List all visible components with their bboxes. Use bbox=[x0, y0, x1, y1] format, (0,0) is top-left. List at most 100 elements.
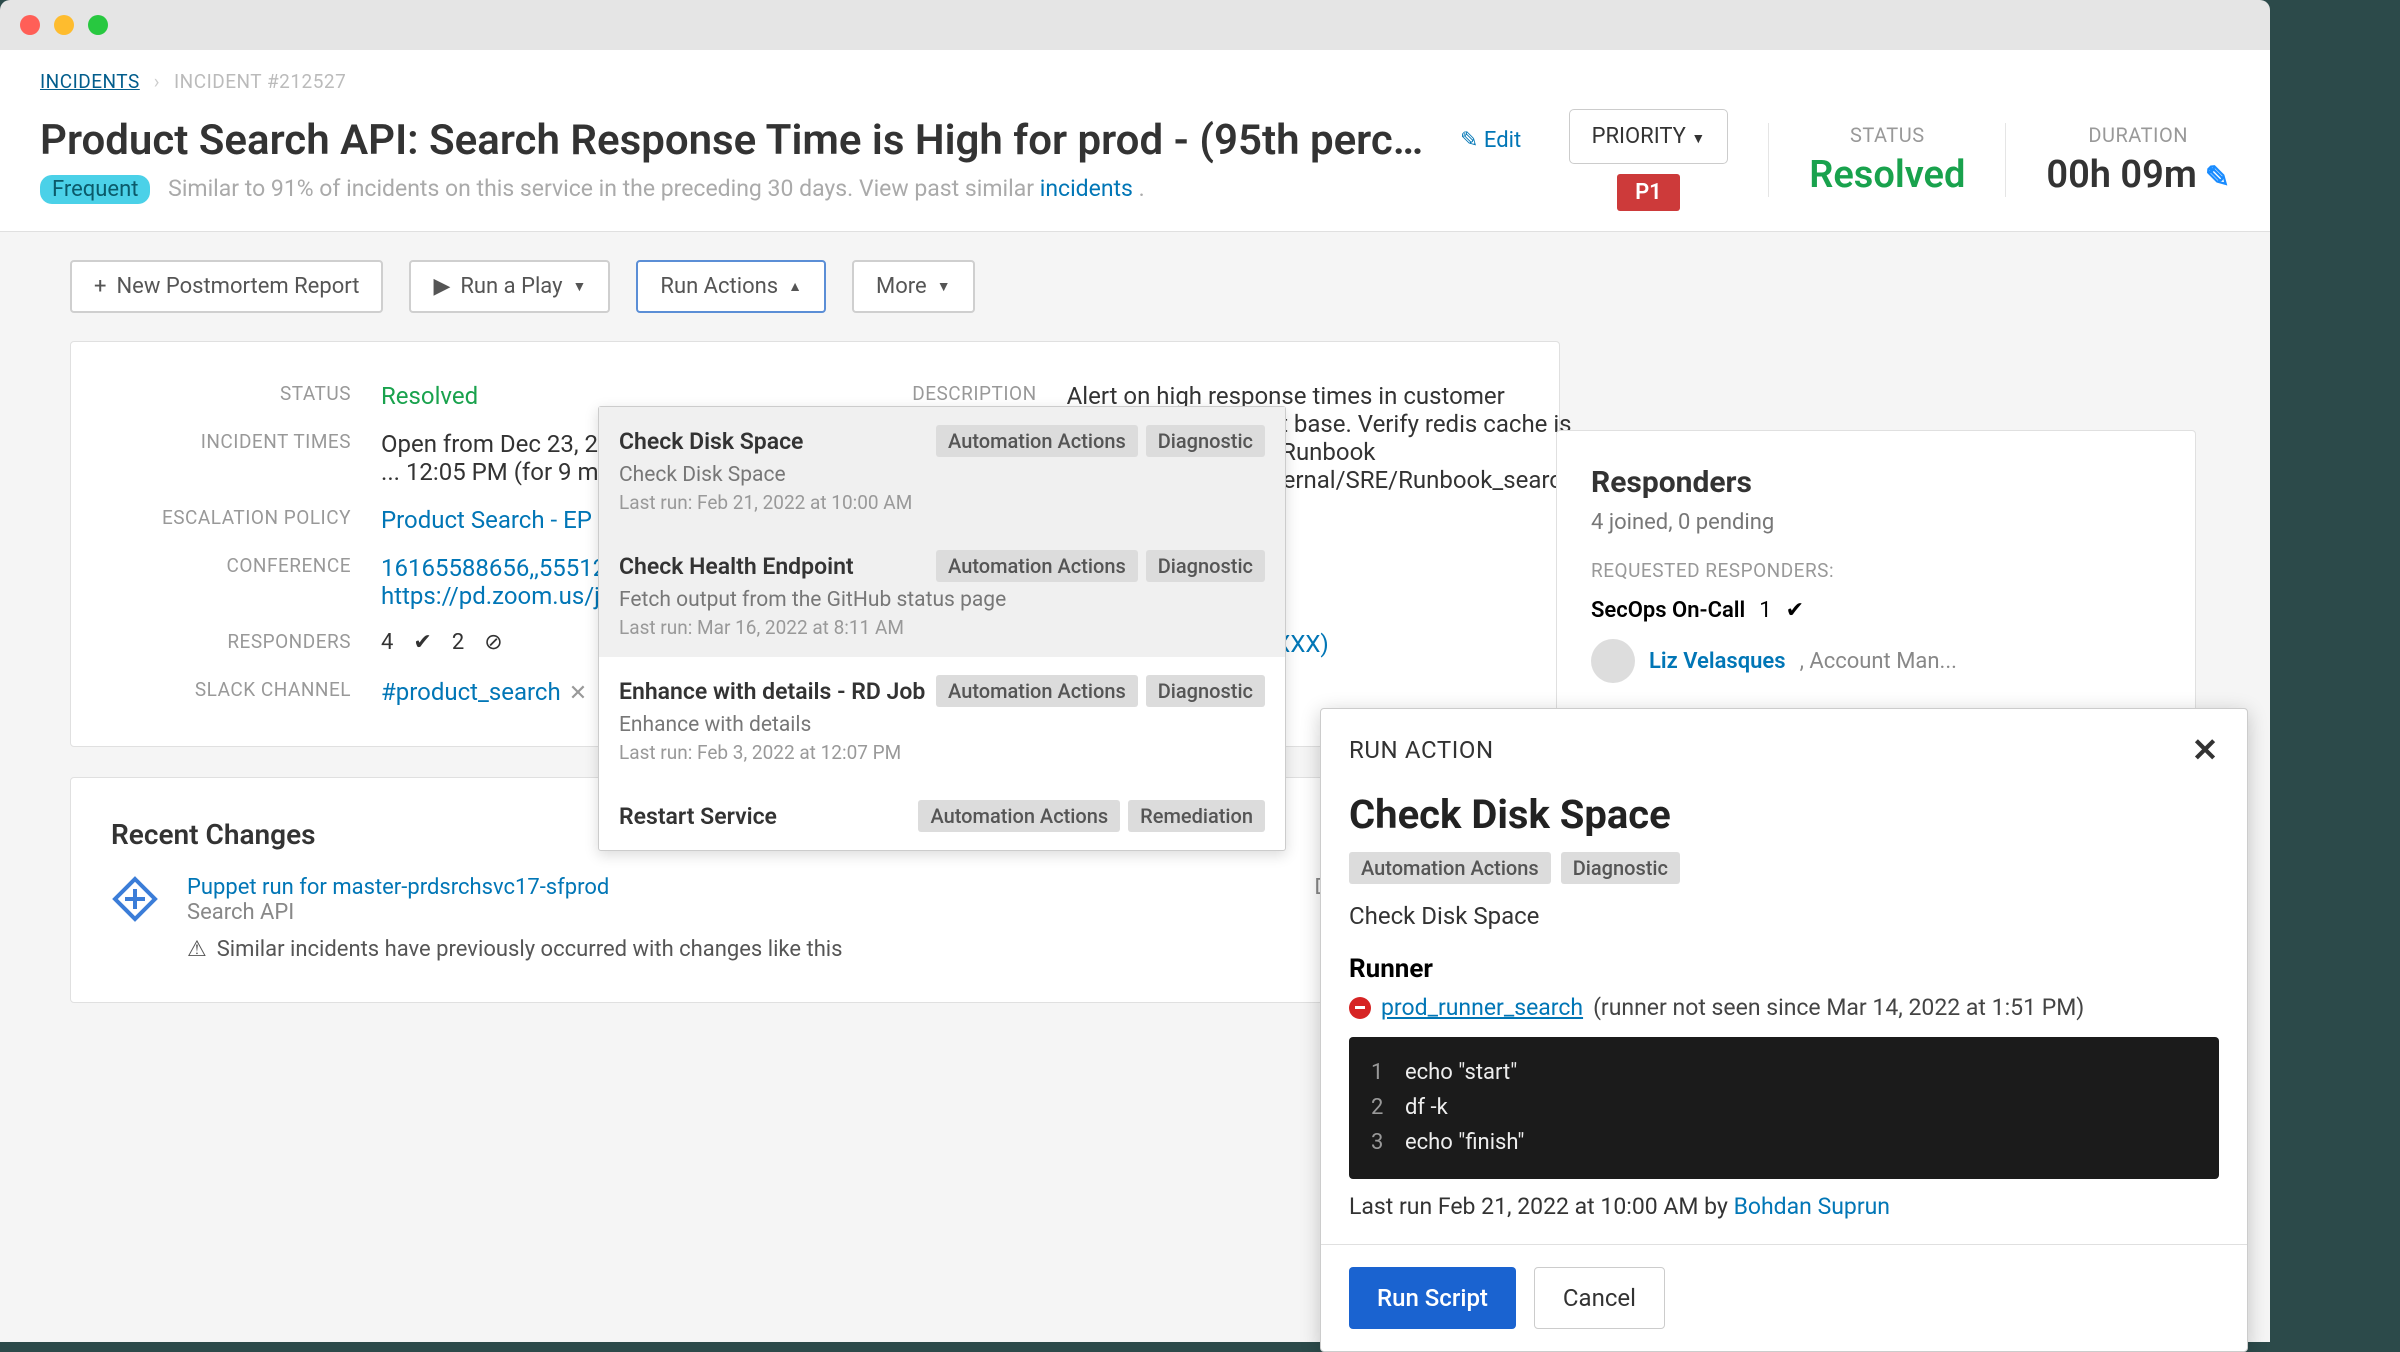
play-icon: ▶ bbox=[433, 274, 450, 299]
responders-panel: Responders 4 joined, 0 pending REQUESTED… bbox=[1556, 430, 2196, 718]
new-postmortem-button[interactable]: +New Postmortem Report bbox=[70, 260, 383, 313]
dropdown-item-title: Enhance with details - RD Job bbox=[619, 678, 925, 705]
action-tag: Automation Actions bbox=[936, 550, 1138, 582]
page-title: Product Search API: Search Response Time… bbox=[40, 116, 1440, 165]
detail-label: INCIDENT TIMES bbox=[111, 430, 351, 453]
dropdown-item-desc: Fetch output from the GitHub status page bbox=[619, 588, 1265, 612]
dropdown-item-title: Restart Service bbox=[619, 803, 777, 830]
avatar bbox=[1591, 639, 1635, 683]
action-tag: Automation Actions bbox=[918, 800, 1120, 832]
close-window-icon[interactable] bbox=[20, 15, 40, 35]
check-circle-icon: ✔ bbox=[1786, 598, 1804, 623]
action-tag: Diagnostic bbox=[1146, 425, 1265, 457]
more-button[interactable]: More ▼ bbox=[852, 260, 975, 313]
responder-team-row: SecOps On-Call 1✔ bbox=[1591, 598, 2161, 623]
action-tag: Remediation bbox=[1128, 800, 1265, 832]
dropdown-item[interactable]: Check Disk Space Automation ActionsDiagno… bbox=[599, 407, 1285, 532]
caret-down-icon: ▼ bbox=[573, 278, 587, 295]
dropdown-item-title: Check Health Endpoint bbox=[619, 553, 854, 580]
plus-icon: + bbox=[94, 274, 106, 299]
slack-channel-link[interactable]: #product_search bbox=[381, 678, 561, 706]
change-row[interactable]: Puppet run for master-prdsrchsvc17-sfpro… bbox=[111, 875, 1519, 962]
check-circle-icon: ✔ bbox=[413, 630, 431, 655]
runner-heading: Runner bbox=[1349, 954, 2219, 984]
action-tag: Automation Actions bbox=[1349, 852, 1551, 884]
breadcrumb-root[interactable]: INCIDENTS bbox=[40, 70, 140, 93]
run-actions-dropdown: Check Disk SpaceAutomation ActionsDiagno… bbox=[598, 406, 1286, 851]
dropdown-item-desc: Check Disk Space bbox=[619, 463, 1265, 487]
duration-value: 00h 09m bbox=[2046, 153, 2197, 197]
frequent-badge: Frequent bbox=[40, 175, 150, 204]
dropdown-item-meta: Last run: Mar 16, 2022 at 8:11 AM bbox=[619, 616, 1265, 639]
window-titlebar bbox=[0, 0, 2270, 50]
detail-label: RESPONDERS bbox=[111, 630, 351, 653]
change-warning: ⚠Similar incidents have previously occur… bbox=[187, 937, 1286, 962]
action-tag: Diagnostic bbox=[1146, 550, 1265, 582]
similar-incidents-link[interactable]: incidents bbox=[1040, 175, 1133, 202]
incident-header: INCIDENTS › INCIDENT #212527 Product Sea… bbox=[0, 50, 2270, 232]
responder-name-link[interactable]: Liz Velasques bbox=[1649, 649, 1786, 674]
dropdown-item[interactable]: Restart Service Automation ActionsRemedia… bbox=[599, 782, 1285, 850]
change-service: Search API bbox=[187, 900, 1286, 925]
modal-tags: Automation Actions Diagnostic bbox=[1349, 852, 2219, 884]
modal-header-title: RUN ACTION bbox=[1349, 736, 1494, 764]
requested-responders-label: REQUESTED RESPONDERS: bbox=[1591, 559, 2161, 582]
status-value: Resolved bbox=[1809, 153, 1965, 197]
action-tag: Diagnostic bbox=[1561, 852, 1680, 884]
last-run-text: Last run Feb 21, 2022 at 10:00 AM by Boh… bbox=[1349, 1193, 2219, 1220]
detail-label: SLACK CHANNEL bbox=[111, 678, 351, 701]
action-tag: Automation Actions bbox=[936, 675, 1138, 707]
priority-badge: P1 bbox=[1617, 174, 1680, 211]
action-tag: Diagnostic bbox=[1146, 675, 1265, 707]
dropdown-item-meta: Last run: Feb 3, 2022 at 12:07 PM bbox=[619, 741, 1265, 764]
priority-dropdown[interactable]: PRIORITY ▼ bbox=[1569, 109, 1729, 164]
warning-icon: ⚠ bbox=[187, 937, 207, 962]
cancel-button[interactable]: Cancel bbox=[1534, 1267, 1665, 1329]
minimize-window-icon[interactable] bbox=[54, 15, 74, 35]
runner-offline-icon bbox=[1349, 997, 1371, 1019]
close-icon[interactable]: ✕ bbox=[569, 681, 587, 706]
edit-duration-icon[interactable]: ✎ bbox=[2205, 160, 2230, 195]
caret-up-icon: ▲ bbox=[788, 278, 802, 295]
status-stat: STATUS Resolved bbox=[1768, 123, 1965, 197]
breadcrumb-current: INCIDENT #212527 bbox=[174, 70, 346, 93]
edit-title-button[interactable]: ✎ Edit bbox=[1460, 128, 1521, 153]
action-toolbar: +New Postmortem Report ▶Run a Play ▼ Run… bbox=[0, 232, 2270, 341]
dropdown-item-desc: Enhance with details bbox=[619, 713, 1265, 737]
action-tag: Automation Actions bbox=[936, 425, 1138, 457]
runner-status-text: (runner not seen since Mar 14, 2022 at 1… bbox=[1593, 994, 2084, 1021]
detail-label: DESCRIPTION bbox=[767, 382, 1037, 405]
detail-label: ESCALATION POLICY bbox=[111, 506, 351, 529]
breadcrumb: INCIDENTS › INCIDENT #212527 bbox=[40, 70, 2230, 93]
run-play-button[interactable]: ▶Run a Play ▼ bbox=[409, 260, 610, 313]
run-action-modal: RUN ACTION ✕ Check Disk Space Automation… bbox=[1320, 708, 2248, 1352]
app-root: INCIDENTS › INCIDENT #212527 Product Sea… bbox=[0, 50, 2270, 1342]
responders-summary: 4 joined, 0 pending bbox=[1591, 510, 2161, 535]
dropdown-item-meta: Last run: Feb 21, 2022 at 10:00 AM bbox=[619, 491, 1265, 514]
runner-name-link[interactable]: prod_runner_search bbox=[1381, 994, 1583, 1021]
responders-title: Responders bbox=[1591, 465, 2161, 500]
close-icon[interactable]: ✕ bbox=[2192, 731, 2219, 769]
recent-changes-title: Recent Changes bbox=[111, 818, 316, 851]
caret-down-icon: ▼ bbox=[1691, 131, 1705, 147]
run-script-button[interactable]: Run Script bbox=[1349, 1267, 1516, 1329]
modal-action-title: Check Disk Space bbox=[1349, 791, 2219, 838]
modal-description: Check Disk Space bbox=[1349, 902, 2219, 930]
detail-label: STATUS bbox=[111, 382, 351, 405]
chevron-right-icon: › bbox=[154, 70, 160, 93]
similarity-subtext: Frequent Similar to 91% of incidents on … bbox=[40, 175, 1549, 204]
detail-label: CONFERENCE bbox=[111, 554, 351, 577]
duration-stat: DURATION 00h 09m✎ bbox=[2005, 123, 2230, 197]
escalation-policy-link[interactable]: Product Search - EP bbox=[381, 506, 592, 534]
caret-down-icon: ▼ bbox=[937, 278, 951, 295]
run-actions-button[interactable]: Run Actions ▲ bbox=[636, 260, 826, 313]
dropdown-item[interactable]: Enhance with details - RD Job Automation … bbox=[599, 657, 1285, 782]
last-run-user-link[interactable]: Bohdan Suprun bbox=[1734, 1193, 1890, 1220]
change-title-link[interactable]: Puppet run for master-prdsrchsvc17-sfpro… bbox=[187, 875, 609, 900]
maximize-window-icon[interactable] bbox=[88, 15, 108, 35]
slash-circle-icon: ⊘ bbox=[484, 630, 502, 655]
change-icon bbox=[111, 875, 159, 923]
responder-person-row[interactable]: Liz Velasques , Account Man... bbox=[1591, 639, 2161, 683]
dropdown-item-title: Check Disk Space bbox=[619, 428, 803, 455]
dropdown-item[interactable]: Check Health Endpoint Automation ActionsD… bbox=[599, 532, 1285, 657]
